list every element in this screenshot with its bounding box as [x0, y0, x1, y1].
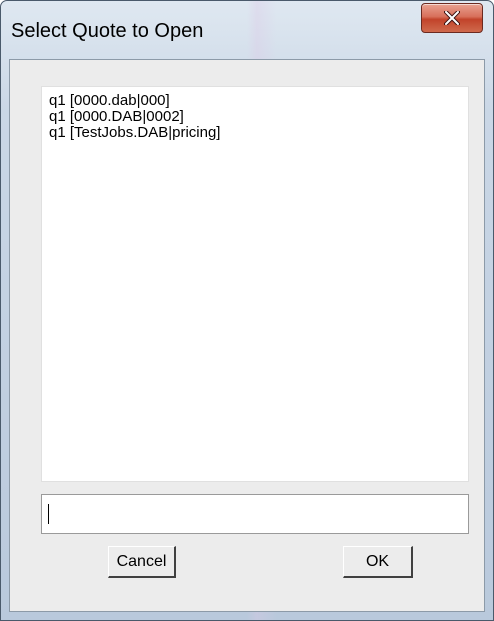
- close-icon: [444, 11, 460, 25]
- close-button[interactable]: [421, 3, 483, 33]
- cancel-button[interactable]: Cancel: [108, 546, 176, 578]
- list-item[interactable]: q1 [0000.dab|000]: [49, 93, 170, 109]
- quote-name-input[interactable]: [41, 494, 469, 534]
- select-quote-dialog: Select Quote to Open q1 [0000.dab|000] q…: [0, 0, 494, 621]
- text-caret: [48, 504, 49, 524]
- list-item[interactable]: q1 [0000.DAB|0002]: [49, 109, 184, 125]
- ok-button[interactable]: OK: [343, 546, 413, 578]
- title-bar[interactable]: Select Quote to Open: [1, 1, 493, 59]
- quote-listbox[interactable]: q1 [0000.dab|000] q1 [0000.DAB|0002] q1 …: [41, 86, 469, 482]
- dialog-body: q1 [0000.dab|000] q1 [0000.DAB|0002] q1 …: [9, 59, 485, 612]
- list-item[interactable]: q1 [TestJobs.DAB|pricing]: [49, 125, 220, 141]
- dialog-title: Select Quote to Open: [11, 20, 204, 42]
